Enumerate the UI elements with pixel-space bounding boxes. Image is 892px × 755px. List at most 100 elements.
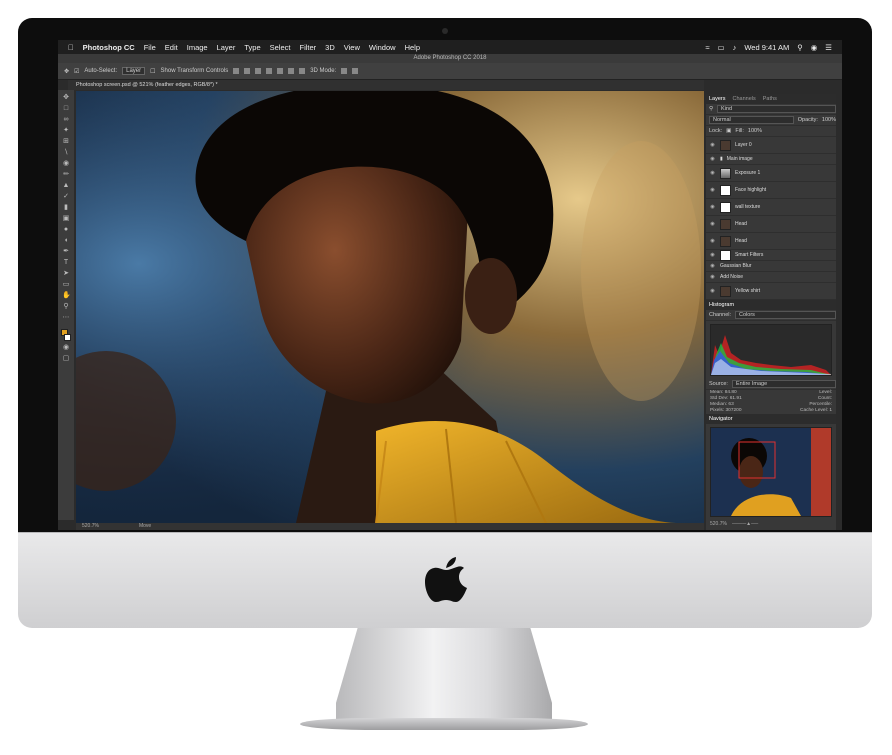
layer-row[interactable]: ◉ wall texture (706, 199, 836, 216)
menu-help[interactable]: Help (405, 43, 420, 52)
layer-row[interactable]: ◉ Exposure 1 (706, 165, 836, 182)
layer-row[interactable]: ◉ Head (706, 216, 836, 233)
zoom-slider[interactable]: ────▲── (732, 521, 758, 527)
menu-type[interactable]: Type (244, 43, 260, 52)
stamp-tool-icon[interactable]: ▲ (62, 182, 70, 190)
eraser-tool-icon[interactable]: ▮ (62, 204, 70, 212)
menu-view[interactable]: View (344, 43, 360, 52)
menu-3d[interactable]: 3D (325, 43, 335, 52)
notification-center-icon[interactable]: ☰ (825, 43, 832, 52)
shape-tool-icon[interactable]: ▭ (62, 281, 70, 289)
siri-icon[interactable]: ◉ (811, 43, 818, 52)
blend-mode-dropdown[interactable]: Normal (709, 116, 794, 124)
3d-orbit-icon[interactable] (341, 68, 348, 74)
document-tab[interactable]: Photoshop screen.psd @ 521% (feather edg… (68, 80, 704, 90)
move-tool-icon[interactable]: ✥ (64, 68, 69, 75)
menu-select[interactable]: Select (270, 43, 291, 52)
auto-select-checkbox[interactable]: ☑ (74, 68, 79, 75)
blur-tool-icon[interactable]: ● (62, 226, 70, 234)
align-bottom-icon[interactable] (288, 68, 295, 74)
histogram-title[interactable]: Histogram (709, 302, 734, 308)
color-swatches[interactable] (61, 329, 71, 341)
layer-row[interactable]: ◉ Add Noise (706, 272, 836, 283)
visibility-eye-icon[interactable]: ◉ (709, 274, 716, 280)
history-brush-icon[interactable]: ✓ (62, 193, 70, 201)
align-top-icon[interactable] (266, 68, 273, 74)
layer-row[interactable]: ◉ Head (706, 233, 836, 250)
move-tool-icon[interactable]: ✥ (62, 94, 70, 102)
layer-name: Layer 0 (735, 142, 752, 148)
menu-app-name[interactable]: Photoshop CC (83, 43, 135, 52)
layer-row[interactable]: ◉ Smart Filters (706, 249, 836, 261)
more-tools-icon[interactable]: ⋯ (62, 314, 70, 322)
zoom-tool-icon[interactable]: ⚲ (62, 303, 70, 311)
apple-menu-icon[interactable]:  (68, 43, 74, 52)
layer-row[interactable]: ◉ Layer 0 (706, 137, 836, 154)
visibility-eye-icon[interactable]: ◉ (709, 221, 716, 227)
quick-mask-icon[interactable]: ◉ (62, 344, 70, 352)
fill-value[interactable]: 100% (748, 128, 762, 134)
magic-wand-icon[interactable]: ✦ (62, 127, 70, 135)
airplay-icon[interactable]: ▭ (717, 43, 724, 52)
background-color-swatch[interactable] (64, 334, 71, 341)
hand-tool-icon[interactable]: ✋ (62, 292, 71, 300)
visibility-eye-icon[interactable]: ◉ (709, 170, 716, 176)
visibility-eye-icon[interactable]: ◉ (709, 238, 716, 244)
3d-pan-icon[interactable] (352, 68, 359, 74)
healing-brush-icon[interactable]: ◉ (62, 160, 70, 168)
marquee-tool-icon[interactable]: □ (62, 105, 70, 113)
align-left-icon[interactable] (233, 68, 240, 74)
menu-window[interactable]: Window (369, 43, 396, 52)
source-dropdown[interactable]: Entire Image (731, 380, 836, 388)
menu-clock[interactable]: Wed 9:41 AM (744, 43, 789, 52)
layer-row[interactable]: ◉ Gaussian Blur (706, 261, 836, 272)
menu-layer[interactable]: Layer (217, 43, 236, 52)
tab-paths[interactable]: Paths (763, 96, 777, 102)
layer-row[interactable]: ◉ Yellow shirt (706, 283, 836, 300)
screen-mode-icon[interactable]: ▢ (62, 355, 70, 363)
layer-row[interactable]: ◉ ▮ Main image (706, 154, 836, 165)
navigator-preview[interactable] (710, 427, 832, 517)
visibility-eye-icon[interactable]: ◉ (709, 263, 716, 269)
cache-level-value: 1 (829, 408, 832, 413)
lasso-tool-icon[interactable]: ∞ (62, 116, 70, 124)
layer-row[interactable]: ◉ Face highlight (706, 182, 836, 199)
auto-select-dropdown[interactable]: Layer (122, 67, 146, 75)
dodge-tool-icon[interactable]: ◖ (62, 237, 70, 245)
status-zoom[interactable]: 520.7% (82, 523, 99, 530)
visibility-eye-icon[interactable]: ◉ (709, 288, 716, 294)
menu-file[interactable]: File (144, 43, 156, 52)
spotlight-icon[interactable]: ⚲ (797, 43, 803, 52)
eyedropper-icon[interactable]: ∖ (62, 149, 70, 157)
type-tool-icon[interactable]: T (62, 259, 70, 267)
tab-channels[interactable]: Channels (733, 96, 756, 102)
path-select-icon[interactable]: ➤ (62, 270, 70, 278)
transform-checkbox[interactable]: ☐ (150, 68, 155, 75)
pen-tool-icon[interactable]: ✒ (62, 248, 70, 256)
align-center-icon[interactable] (244, 68, 251, 74)
document-canvas[interactable] (76, 91, 704, 523)
lock-icon[interactable]: ▣ (726, 128, 731, 134)
menu-filter[interactable]: Filter (299, 43, 316, 52)
menu-image[interactable]: Image (187, 43, 208, 52)
navigator-zoom[interactable]: 520.7% (710, 521, 727, 527)
menu-edit[interactable]: Edit (165, 43, 178, 52)
tab-layers[interactable]: Layers (709, 96, 726, 102)
gradient-tool-icon[interactable]: ▣ (62, 215, 70, 223)
align-middle-icon[interactable] (277, 68, 284, 74)
channel-dropdown[interactable]: Colors (735, 311, 836, 319)
crop-tool-icon[interactable]: ⊞ (62, 138, 70, 146)
brush-tool-icon[interactable]: ✏ (62, 171, 70, 179)
opacity-value[interactable]: 100% (822, 117, 836, 123)
distribute-icon[interactable] (299, 68, 306, 74)
visibility-eye-icon[interactable]: ◉ (709, 156, 716, 162)
layer-filter-dropdown[interactable]: Kind (717, 105, 836, 113)
navigator-title[interactable]: Navigator (709, 416, 733, 422)
visibility-eye-icon[interactable]: ◉ (709, 252, 716, 258)
align-right-icon[interactable] (255, 68, 262, 74)
wifi-icon[interactable]: ≈ (705, 43, 709, 52)
visibility-eye-icon[interactable]: ◉ (709, 187, 716, 193)
visibility-eye-icon[interactable]: ◉ (709, 142, 716, 148)
visibility-eye-icon[interactable]: ◉ (709, 204, 716, 210)
volume-icon[interactable]: ♪ (733, 43, 737, 52)
